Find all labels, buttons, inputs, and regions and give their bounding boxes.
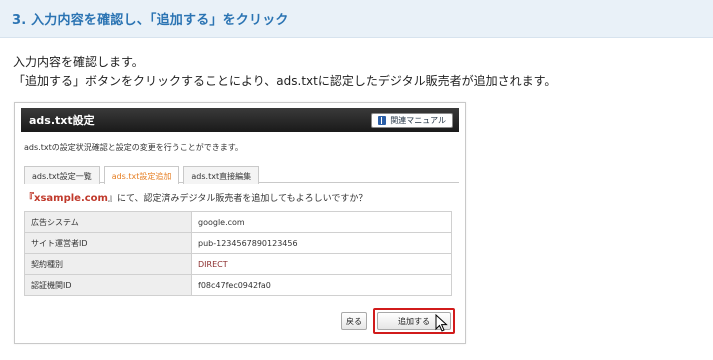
screenshot-frame: ads.txt設定 関連マニュアル ads.txtの設定状況確認と設定の変更を行… — [14, 102, 466, 344]
tab-settings-add[interactable]: ads.txt設定追加 — [103, 166, 180, 184]
step-header: 3. 入力内容を確認し、「追加する」をクリック — [0, 0, 713, 38]
row-label: 広告システム — [24, 211, 192, 233]
step-title: 3. 入力内容を確認し、「追加する」をクリック — [12, 13, 289, 28]
related-manual-label: 関連マニュアル — [390, 115, 446, 125]
confirm-message: 『xsample.com』にて、認定済みデジタル販売者を追加してもよろしいですか… — [24, 189, 459, 204]
related-manual-button[interactable]: 関連マニュアル — [371, 112, 453, 128]
row-label: 認証機関ID — [24, 274, 192, 296]
panel-tabs: ads.txt設定一覧 ads.txt設定追加 ads.txt直接編集 — [24, 165, 459, 184]
table-row: 認証機関ID f08c47fec0942fa0 — [24, 274, 452, 296]
table-row: 契約種別 DIRECT — [24, 253, 452, 275]
tab-settings-list[interactable]: ads.txt設定一覧 — [24, 166, 100, 184]
intro-line-2: 「追加する」ボタンをクリックすることにより、ads.txtに認定したデジタル販売… — [13, 74, 557, 88]
panel-title: ads.txt設定 — [29, 114, 95, 127]
confirm-prefix: 『 — [24, 193, 34, 204]
tab-direct-edit[interactable]: ads.txt直接編集 — [183, 166, 260, 184]
row-value: google.com — [191, 211, 452, 233]
back-button[interactable]: 戻る — [341, 312, 367, 330]
confirm-table: 広告システム google.com サイト運営者ID pub-123456789… — [24, 211, 452, 296]
mouse-cursor-icon — [435, 314, 448, 332]
confirm-site: xsample.com — [34, 193, 108, 204]
book-icon — [378, 115, 387, 125]
ads-settings-panel: ads.txt設定 関連マニュアル ads.txtの設定状況確認と設定の変更を行… — [21, 108, 459, 338]
row-value: f08c47fec0942fa0 — [191, 274, 452, 296]
panel-titlebar: ads.txt設定 関連マニュアル — [21, 108, 459, 132]
intro-text: 入力内容を確認します。 「追加する」ボタンをクリックすることにより、ads.tx… — [13, 53, 556, 91]
row-value: DIRECT — [191, 253, 452, 275]
intro-line-1: 入力内容を確認します。 — [13, 55, 144, 69]
row-label: サイト運営者ID — [24, 232, 192, 254]
panel-description: ads.txtの設定状況確認と設定の変更を行うことができます。 — [24, 143, 243, 152]
confirm-suffix: 』にて、認定済みデジタル販売者を追加してもよろしいですか？ — [107, 194, 368, 204]
row-value: pub-1234567890123456 — [191, 232, 452, 254]
row-label: 契約種別 — [24, 253, 192, 275]
table-row: サイト運営者ID pub-1234567890123456 — [24, 232, 452, 254]
table-row: 広告システム google.com — [24, 211, 452, 233]
